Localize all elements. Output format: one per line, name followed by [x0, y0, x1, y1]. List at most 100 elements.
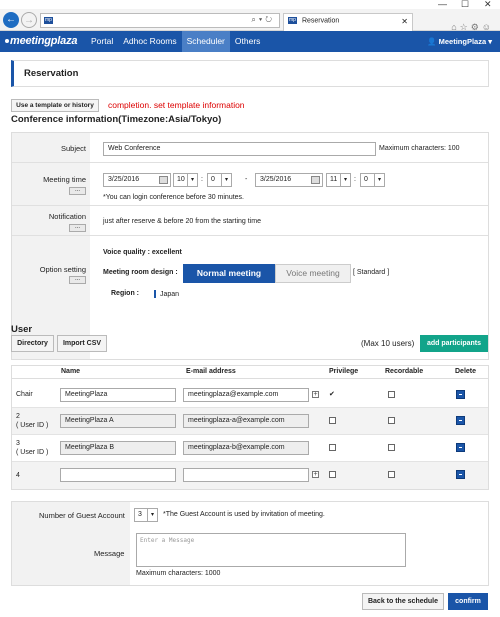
row-label: Chair — [16, 391, 33, 398]
maximize-icon[interactable]: ☐ — [461, 0, 469, 9]
close-icon[interactable]: ✕ — [484, 0, 492, 9]
table-row: Chair MeetingPlaza meetingplaza@example.… — [12, 381, 488, 408]
notification-label: Notification — [48, 212, 86, 221]
col-privilege: Privilege — [329, 368, 359, 375]
name-input[interactable] — [60, 468, 176, 482]
end-hour-select[interactable]: 11 ▾ — [326, 173, 351, 187]
privilege-check[interactable]: ✔ — [329, 390, 335, 398]
delete-icon[interactable] — [456, 443, 465, 452]
guest-count-select[interactable]: 3 ▾ — [134, 508, 158, 522]
col-email: E-mail address — [186, 368, 236, 375]
calendar-icon[interactable] — [159, 176, 168, 184]
end-min-select[interactable]: 0 ▾ — [360, 173, 385, 187]
meeting-time-more-button[interactable]: ... — [69, 187, 86, 195]
user-heading: User — [11, 324, 33, 335]
start-date-input[interactable]: 3/25/2016 — [103, 173, 171, 187]
main-menu: Portal Adhoc Rooms Scheduler Others — [86, 31, 265, 52]
calendar-icon[interactable] — [311, 176, 320, 184]
tab-favicon-icon: mp — [288, 17, 297, 24]
window-titlebar: — ☐ ✕ — [0, 0, 500, 9]
col-recordable: Recordable — [385, 368, 424, 375]
add-address-icon[interactable]: + — [312, 391, 319, 398]
recordable-checkbox[interactable] — [388, 391, 395, 398]
delete-icon[interactable] — [456, 416, 465, 425]
template-button[interactable]: Use a template or history — [11, 99, 99, 112]
add-participants-button[interactable]: add participants — [420, 335, 488, 352]
back-to-schedule-button[interactable]: Back to the schedule — [362, 593, 444, 610]
tab-close-icon[interactable]: ✕ — [401, 17, 408, 26]
menu-others[interactable]: Others — [230, 31, 266, 52]
forward-icon[interactable]: → — [21, 12, 37, 28]
main-content: Reservation Use a template or history co… — [0, 52, 500, 617]
start-hour-select[interactable]: 10 ▾ — [173, 173, 198, 187]
table-row: 4 + — [12, 462, 488, 489]
col-name: Name — [61, 368, 81, 375]
row-label: 2 — [16, 413, 20, 420]
import-csv-button[interactable]: Import CSV — [57, 335, 107, 352]
row-sublabel: ( User ID ) — [16, 422, 49, 429]
recordable-checkbox[interactable] — [388, 444, 395, 451]
standard-label: [ Standard ] — [353, 269, 390, 276]
end-date-input[interactable]: 3/25/2016 — [255, 173, 323, 187]
meeting-time-label: Meeting time — [43, 175, 86, 184]
row-label: 3 — [16, 440, 20, 447]
voice-meeting-button[interactable]: Voice meeting — [275, 264, 351, 283]
app-header: meetingplaza Portal Adhoc Rooms Schedule… — [0, 31, 500, 52]
email-input[interactable]: meetingplaza-a@example.com — [183, 414, 309, 428]
time-separator: : — [201, 176, 203, 183]
favicon-icon: mp — [44, 17, 53, 24]
name-input[interactable]: MeetingPlaza — [60, 388, 176, 402]
subject-row: Subject Web Conference Maximum character… — [12, 133, 488, 163]
recordable-checkbox[interactable] — [388, 417, 395, 424]
max-users-text: (Max 10 users) — [361, 339, 415, 348]
design-label: Meeting room design : — [103, 269, 178, 276]
browser-toolbar: ← → mp ⌕▾↻ mp Reservation ✕ ⌂☆⚙☺ — [0, 9, 500, 32]
menu-scheduler[interactable]: Scheduler — [181, 31, 230, 52]
conference-form: Subject Web Conference Maximum character… — [11, 132, 489, 360]
voice-quality-label: Voice quality : excellent — [103, 249, 182, 256]
notification-value: just after reserve & before 20 from the … — [103, 218, 261, 225]
email-input[interactable]: meetingplaza-b@example.com — [183, 441, 309, 455]
add-address-icon[interactable]: + — [312, 471, 319, 478]
time-separator: : — [354, 176, 356, 183]
user-menu[interactable]: 👤 MeetingPlaza ▾ — [427, 37, 492, 46]
normal-meeting-button[interactable]: Normal meeting — [183, 264, 275, 283]
privilege-checkbox[interactable] — [329, 471, 336, 478]
col-delete: Delete — [455, 368, 477, 375]
confirm-button[interactable]: confirm — [448, 593, 488, 610]
conference-heading: Conference information(Timezone:Asia/Tok… — [11, 114, 222, 125]
guest-form: Number of Guest Account 3 ▾ *The Guest Ac… — [11, 501, 489, 586]
privilege-checkbox[interactable] — [329, 444, 336, 451]
notification-more-button[interactable]: ... — [69, 224, 86, 232]
menu-portal[interactable]: Portal — [86, 31, 118, 52]
region-value: Japan — [154, 290, 179, 298]
message-textarea[interactable]: Enter a Message — [136, 533, 406, 567]
back-icon[interactable]: ← — [3, 12, 19, 28]
subject-input[interactable]: Web Conference — [103, 142, 376, 156]
table-header: Name E-mail address Privilege Recordable… — [12, 366, 488, 379]
address-bar[interactable]: mp ⌕▾↻ — [40, 13, 280, 28]
name-input[interactable]: MeetingPlaza A — [60, 414, 176, 428]
start-min-select[interactable]: 0 ▾ — [207, 173, 232, 187]
browser-tab[interactable]: mp Reservation ✕ — [283, 13, 413, 31]
address-controls-icon[interactable]: ⌕▾↻ — [251, 15, 275, 25]
option-more-button[interactable]: ... — [69, 276, 86, 284]
minimize-icon[interactable]: — — [438, 0, 447, 9]
email-input[interactable]: meetingplaza@example.com — [183, 388, 309, 402]
region-label: Region : — [111, 290, 139, 297]
menu-adhoc-rooms[interactable]: Adhoc Rooms — [118, 31, 181, 52]
recordable-checkbox[interactable] — [388, 471, 395, 478]
name-input[interactable]: MeetingPlaza B — [60, 441, 176, 455]
user-icon: 👤 — [427, 37, 437, 46]
privilege-checkbox[interactable] — [329, 417, 336, 424]
guest-count-label: Number of Guest Account — [39, 511, 125, 520]
row-label: 4 — [16, 472, 20, 479]
time-dash: - — [245, 176, 248, 183]
delete-icon[interactable] — [456, 390, 465, 399]
delete-icon[interactable] — [456, 470, 465, 479]
email-input[interactable] — [183, 468, 309, 482]
logo: meetingplaza — [5, 35, 77, 47]
directory-button[interactable]: Directory — [11, 335, 54, 352]
participant-table: Name E-mail address Privilege Recordable… — [11, 365, 489, 490]
page-title: Reservation — [11, 60, 489, 87]
